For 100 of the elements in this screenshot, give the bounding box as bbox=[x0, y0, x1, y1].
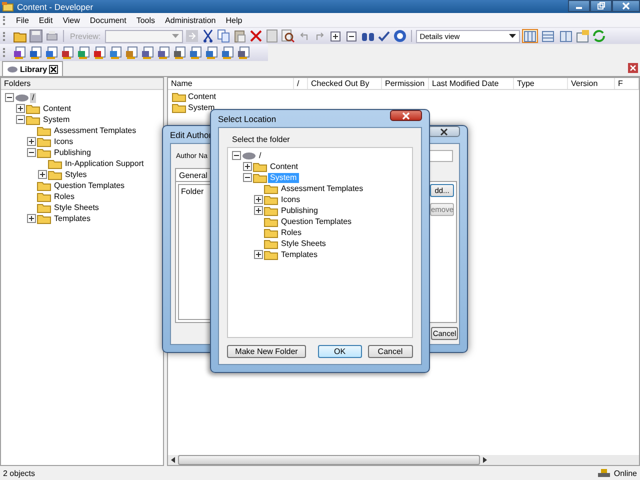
tree-item[interactable]: / bbox=[257, 150, 264, 160]
menu-item[interactable]: Document bbox=[84, 16, 132, 24]
tree-item[interactable]: Content bbox=[268, 162, 300, 172]
collapse-icon[interactable] bbox=[232, 151, 241, 160]
clipboard-icon[interactable] bbox=[232, 29, 247, 43]
expand-icon[interactable] bbox=[27, 137, 36, 146]
plus-icon[interactable] bbox=[328, 29, 343, 43]
minimize-button[interactable] bbox=[568, 0, 590, 12]
printer-icon[interactable] bbox=[45, 29, 59, 43]
properties-icon[interactable] bbox=[576, 29, 590, 43]
library-tab[interactable]: Library bbox=[2, 61, 64, 76]
column-header[interactable]: Version bbox=[568, 78, 615, 89]
document-icon[interactable] bbox=[61, 46, 75, 60]
tree-item[interactable]: In-Application Support bbox=[63, 158, 146, 168]
document-icon[interactable] bbox=[93, 46, 107, 60]
expand-icon[interactable] bbox=[243, 162, 252, 171]
column-header[interactable]: Type bbox=[514, 78, 568, 89]
tree-item[interactable]: Templates bbox=[52, 214, 92, 224]
tree-item[interactable]: Style Sheets bbox=[279, 238, 328, 248]
document-icon[interactable] bbox=[189, 46, 203, 60]
tree-item[interactable]: Assessment Templates bbox=[279, 184, 366, 194]
collapse-icon[interactable] bbox=[16, 115, 25, 124]
collapse-icon[interactable] bbox=[243, 173, 252, 182]
tree-item[interactable]: Question Templates bbox=[279, 216, 354, 226]
expand-icon[interactable] bbox=[16, 104, 25, 113]
column-header[interactable]: / bbox=[294, 78, 308, 89]
status-text: 2 objects bbox=[3, 468, 36, 478]
close-icon[interactable] bbox=[49, 64, 58, 74]
right-arrow-icon[interactable] bbox=[483, 457, 487, 463]
menu-item[interactable]: File bbox=[11, 16, 34, 24]
collapse-icon[interactable] bbox=[27, 148, 36, 157]
tree-item[interactable]: Content bbox=[41, 104, 74, 114]
tree-item[interactable]: / bbox=[30, 92, 36, 102]
column-header[interactable]: Permission bbox=[382, 78, 429, 89]
spell-check-icon[interactable] bbox=[376, 29, 391, 43]
close-button[interactable] bbox=[428, 126, 460, 137]
document-icon[interactable] bbox=[45, 46, 59, 60]
document-icon[interactable] bbox=[125, 46, 139, 60]
menu-item[interactable]: Edit bbox=[34, 16, 58, 24]
column-header[interactable]: Name bbox=[168, 78, 294, 89]
document-icon[interactable] bbox=[77, 46, 91, 60]
tree-item[interactable]: Style Sheets bbox=[52, 202, 101, 212]
help-icon[interactable] bbox=[392, 29, 407, 43]
tree-item[interactable]: Styles bbox=[63, 170, 89, 180]
dialog-tab[interactable]: General bbox=[175, 168, 212, 181]
tree-item[interactable]: Publishing bbox=[279, 206, 320, 216]
document-icon[interactable] bbox=[237, 46, 251, 60]
expand-icon[interactable] bbox=[38, 170, 47, 179]
menu-item[interactable]: Tools bbox=[131, 16, 160, 24]
view-layout-button[interactable] bbox=[522, 29, 538, 43]
document-icon[interactable] bbox=[29, 46, 43, 60]
expand-icon[interactable] bbox=[254, 195, 263, 204]
drive-icon bbox=[242, 152, 256, 160]
cancel-button[interactable]: Cancel bbox=[368, 345, 413, 358]
column-header[interactable]: F bbox=[615, 78, 639, 89]
menu-item[interactable]: View bbox=[58, 16, 85, 24]
horizontal-scrollbar[interactable] bbox=[168, 455, 639, 465]
dropdown-icon bbox=[172, 34, 179, 38]
close-button[interactable] bbox=[390, 110, 422, 121]
close-button[interactable] bbox=[612, 0, 640, 12]
network-icon bbox=[596, 468, 611, 478]
magnifier-icon[interactable] bbox=[280, 29, 295, 43]
tree-item[interactable]: Publishing bbox=[52, 148, 93, 158]
copy-icon[interactable] bbox=[216, 29, 231, 43]
tree-item[interactable]: System bbox=[41, 114, 72, 124]
view-layout-button[interactable] bbox=[558, 29, 574, 43]
column-header[interactable]: Checked Out By bbox=[308, 78, 382, 89]
ok-button[interactable]: OK bbox=[318, 345, 362, 358]
tree-item[interactable]: Icons bbox=[279, 194, 302, 204]
expand-icon[interactable] bbox=[254, 206, 263, 215]
make-new-folder-button[interactable]: Make New Folder bbox=[227, 345, 306, 358]
scissors-icon[interactable] bbox=[200, 29, 215, 43]
refresh-icon[interactable] bbox=[592, 29, 606, 43]
document-icon[interactable] bbox=[173, 46, 187, 60]
collapse-icon[interactable] bbox=[5, 93, 14, 102]
column-header[interactable]: Last Modified Date bbox=[429, 78, 514, 89]
document-icon[interactable] bbox=[141, 46, 155, 60]
expand-icon[interactable] bbox=[254, 250, 263, 259]
view-layout-button[interactable] bbox=[540, 29, 556, 43]
save-icon[interactable] bbox=[29, 29, 43, 43]
minus-icon[interactable] bbox=[344, 29, 359, 43]
tree-item[interactable]: Templates bbox=[279, 250, 320, 260]
left-arrow-icon[interactable] bbox=[171, 457, 175, 463]
close-icon bbox=[440, 128, 448, 136]
tree-item[interactable]: Question Templates bbox=[52, 180, 127, 190]
menu-item[interactable]: Administration bbox=[160, 16, 221, 24]
folder-icon bbox=[37, 180, 51, 191]
expand-icon[interactable] bbox=[27, 214, 36, 223]
document-icon[interactable] bbox=[109, 46, 123, 60]
menu-item[interactable]: Help bbox=[220, 16, 248, 24]
tree-item[interactable]: Roles bbox=[279, 228, 304, 238]
document-icon[interactable] bbox=[13, 46, 27, 60]
tree-item[interactable]: Assessment Templates bbox=[52, 126, 138, 136]
restore-button[interactable] bbox=[590, 0, 612, 12]
document-icon[interactable] bbox=[205, 46, 219, 60]
document-icon[interactable] bbox=[221, 46, 235, 60]
delete-icon[interactable] bbox=[248, 29, 263, 43]
tree-item[interactable]: Icons bbox=[52, 136, 76, 146]
document-icon[interactable] bbox=[157, 46, 171, 60]
tree-item[interactable]: Roles bbox=[52, 192, 76, 202]
